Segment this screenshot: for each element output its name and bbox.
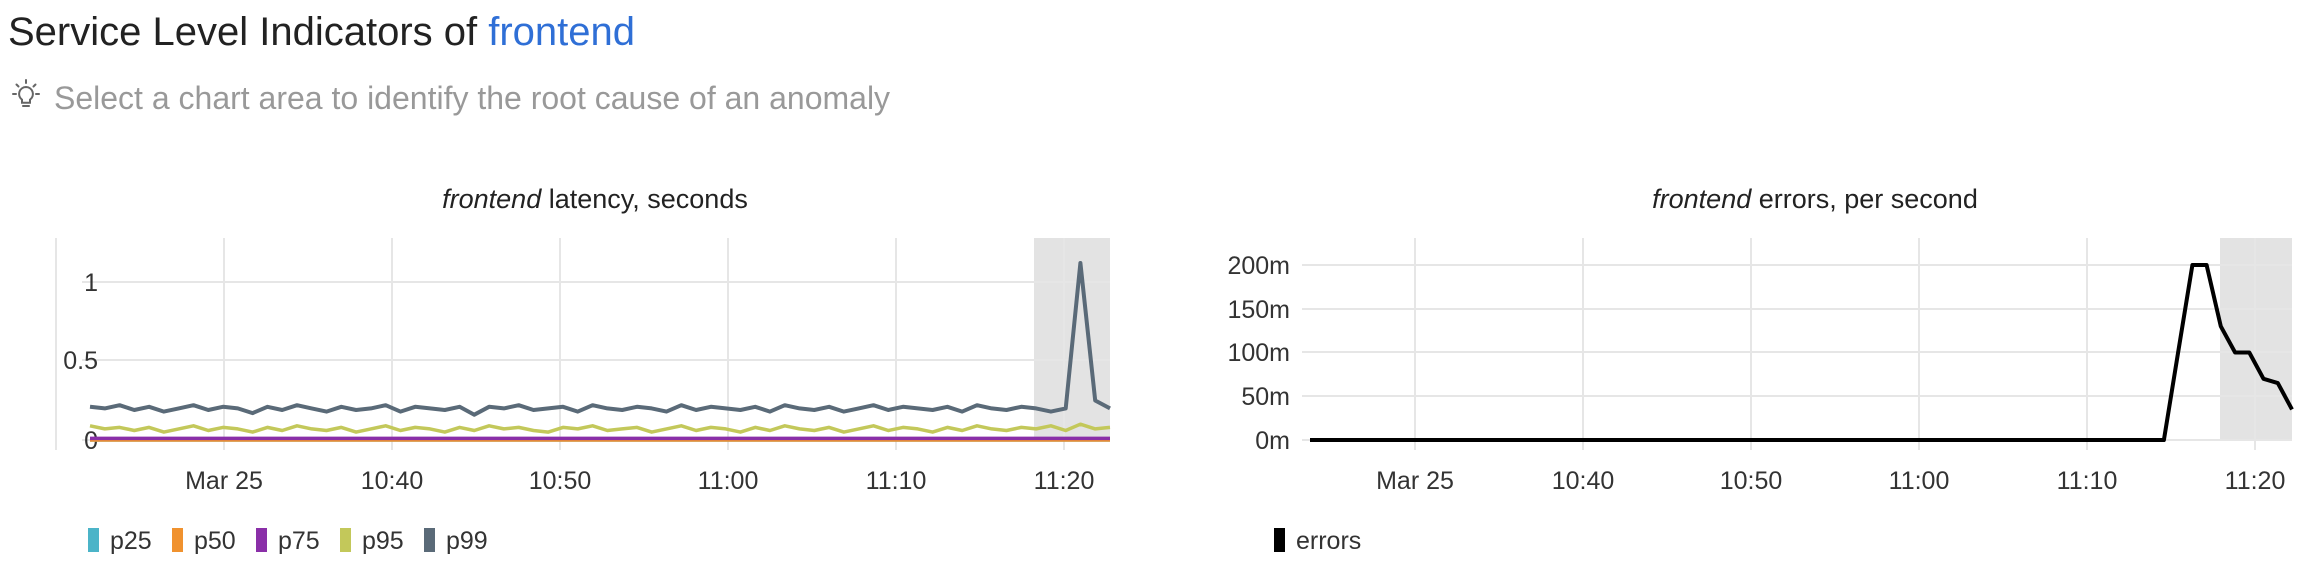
latency-x-tick-label: 10:40 xyxy=(361,467,424,495)
errors-legend-swatch-errors xyxy=(1274,528,1285,552)
hint: Select a chart area to identify the root… xyxy=(8,74,890,122)
latency-legend-swatch-p50 xyxy=(172,528,183,552)
errors-title-service: frontend xyxy=(1652,184,1752,214)
lightbulb-icon xyxy=(8,78,44,119)
errors-x-tick-label: 11:20 xyxy=(2225,467,2286,495)
latency-legend-label-p95: p95 xyxy=(362,527,404,555)
errors-x-tick-label: 10:40 xyxy=(1552,467,1615,495)
latency-legend-label-p99: p99 xyxy=(446,527,488,555)
errors-chart-svg[interactable]: frontend errors, per second 200m 150m 100m 5… xyxy=(1190,170,2312,570)
errors-y-tick-label: 50m xyxy=(1241,383,1290,411)
errors-legend-label-errors: errors xyxy=(1296,527,1361,555)
latency-legend-swatch-p75 xyxy=(256,528,267,552)
latency-title-service: frontend xyxy=(442,184,542,214)
hint-text: Select a chart area to identify the root… xyxy=(54,79,891,116)
latency-chart[interactable]: frontend latency, seconds 1 0.5 0 Mar 25 10:4… xyxy=(0,170,1140,575)
page-title: Service Level Indicators of frontend xyxy=(8,6,635,58)
errors-chart-title: frontend errors, per second xyxy=(1652,184,1978,214)
latency-legend-label-p25: p25 xyxy=(110,527,152,555)
errors-y-tick-label: 100m xyxy=(1227,339,1290,367)
latency-x-tick-label: 11:20 xyxy=(1034,467,1095,495)
latency-legend-label-p50: p50 xyxy=(194,527,236,555)
service-link[interactable]: frontend xyxy=(488,10,635,54)
latency-chart-title: frontend latency, seconds xyxy=(442,184,748,214)
latency-x-tick-label: 10:50 xyxy=(529,467,592,495)
latency-series-p99 xyxy=(89,261,1111,417)
latency-series-p95 xyxy=(89,422,1111,434)
latency-legend-swatch-p99 xyxy=(424,528,435,552)
errors-x-tick-label: 11:10 xyxy=(2057,467,2118,495)
latency-y-tick-label: 0.5 xyxy=(63,347,98,375)
latency-x-tick-label: 11:10 xyxy=(866,467,927,495)
latency-chart-svg[interactable]: frontend latency, seconds10.50Mar 25 10:4… xyxy=(0,170,1140,570)
errors-y-tick-label: 200m xyxy=(1227,252,1290,280)
errors-title-rest: errors, per second xyxy=(1751,184,1978,214)
errors-y-tick-label: 150m xyxy=(1227,296,1290,324)
page-title-prefix: Service Level Indicators of xyxy=(8,10,478,54)
errors-x-tick-label: 11:00 xyxy=(1889,467,1950,495)
errors-x-tick-label: 10:50 xyxy=(1720,467,1783,495)
latency-legend-label-p75: p75 xyxy=(278,527,320,555)
latency-legend-swatch-p25 xyxy=(88,528,99,552)
latency-x-tick-label: 11:00 xyxy=(698,467,759,495)
latency-y-tick-label: 1 xyxy=(84,269,98,297)
latency-legend-swatch-p95 xyxy=(340,528,351,552)
errors-x-tick-label: Mar 25 xyxy=(1376,467,1454,495)
latency-x-tick-label: Mar 25 xyxy=(185,467,263,495)
latency-title-rest: latency, seconds xyxy=(541,184,748,214)
errors-chart[interactable]: frontend errors, per second 200m 150m 100m 5… xyxy=(1190,170,2312,575)
errors-y-tick-label: 0m xyxy=(1255,427,1290,455)
